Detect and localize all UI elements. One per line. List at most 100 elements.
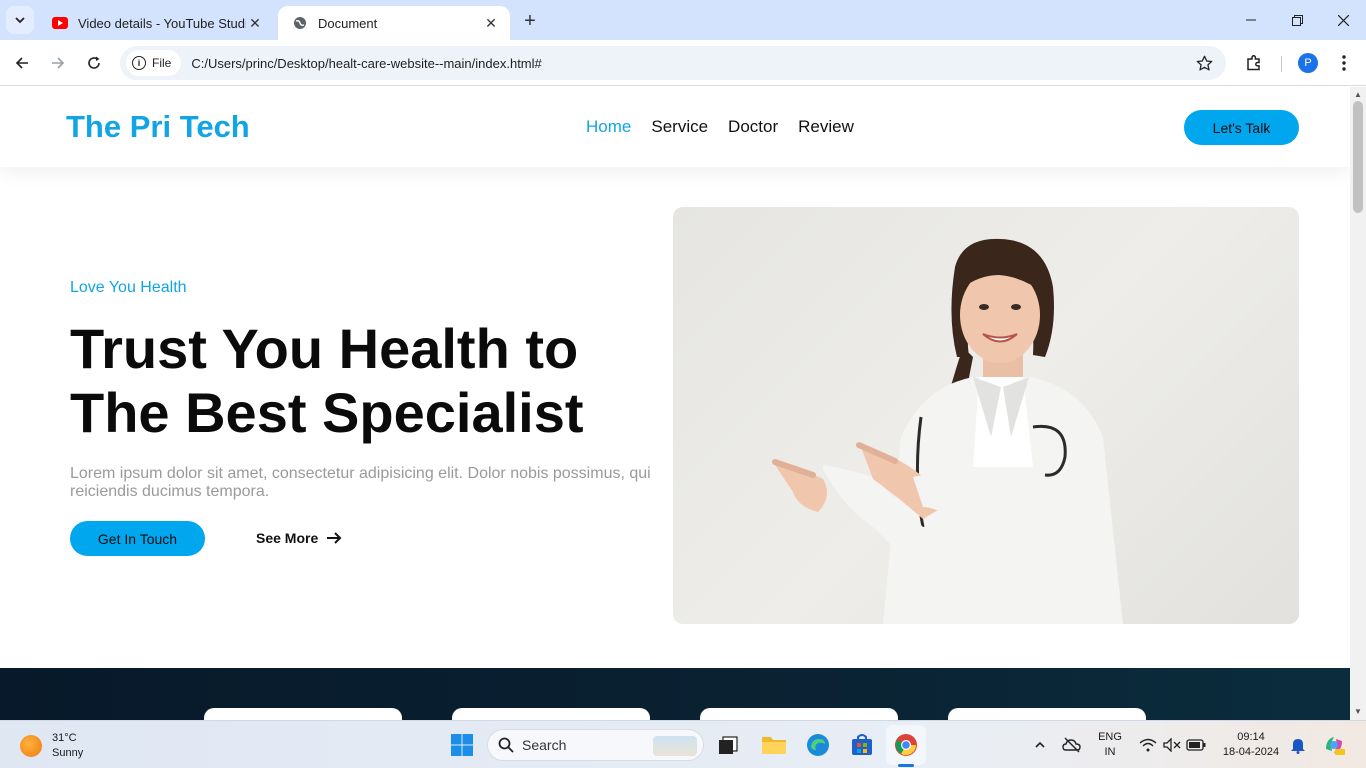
- service-card[interactable]: [700, 708, 898, 720]
- site-logo[interactable]: The Pri Tech: [66, 109, 250, 145]
- tab-title: Video details - YouTube Studio: [78, 15, 246, 31]
- tab-document[interactable]: Document ✕: [278, 6, 510, 40]
- puzzle-icon: [1247, 55, 1260, 71]
- profile-button[interactable]: P: [1294, 49, 1322, 77]
- file-explorer-button[interactable]: [760, 731, 788, 759]
- get-in-touch-button[interactable]: Get In Touch: [70, 521, 205, 556]
- wifi-icon: [1139, 738, 1157, 752]
- clock[interactable]: 09:14 18-04-2024: [1214, 730, 1288, 760]
- language-code: ENG: [1098, 731, 1122, 743]
- toolbar-divider: [1281, 56, 1282, 72]
- weather-condition: Sunny: [52, 747, 84, 759]
- windows-icon: [451, 734, 473, 756]
- site-info-chip[interactable]: i File: [126, 50, 182, 76]
- weather-temp: 31°C: [52, 732, 77, 744]
- scroll-down-icon[interactable]: ▼: [1353, 707, 1363, 717]
- battery-icon: [1186, 739, 1206, 751]
- main-nav: Home Service Doctor Review: [586, 117, 854, 137]
- close-window-button[interactable]: [1320, 0, 1366, 40]
- search-label: Search: [522, 737, 567, 753]
- info-icon: i: [132, 56, 146, 70]
- doctor-photo: [673, 207, 1299, 624]
- close-tab-icon[interactable]: ✕: [246, 14, 264, 32]
- store-button[interactable]: [848, 731, 876, 759]
- restore-button[interactable]: [1274, 0, 1320, 40]
- notifications-button[interactable]: [1284, 731, 1312, 759]
- edge-button[interactable]: [804, 731, 832, 759]
- taskbar-search[interactable]: Search: [487, 729, 704, 761]
- copilot-icon: [1326, 737, 1345, 755]
- minimize-icon: [1246, 19, 1256, 21]
- restore-icon: [1291, 14, 1303, 26]
- battery-button[interactable]: [1182, 731, 1210, 759]
- nav-service[interactable]: Service: [651, 117, 708, 137]
- browser-menu-button[interactable]: [1330, 49, 1358, 77]
- lets-talk-button[interactable]: Let's Talk: [1184, 110, 1299, 145]
- chrome-button[interactable]: [892, 731, 920, 759]
- nav-doctor[interactable]: Doctor: [728, 117, 778, 137]
- service-card[interactable]: [204, 708, 402, 720]
- address-bar[interactable]: i File C:/Users/princ/Desktop/healt-care…: [120, 46, 1226, 80]
- see-more-label: See More: [256, 530, 319, 546]
- close-tab-icon[interactable]: ✕: [482, 14, 500, 32]
- arrow-right-icon: [52, 57, 65, 69]
- search-icon: [498, 737, 514, 753]
- scrollbar-thumb[interactable]: [1353, 101, 1363, 213]
- show-hidden-icons-button[interactable]: [1026, 731, 1054, 759]
- nav-review[interactable]: Review: [798, 117, 854, 137]
- back-button[interactable]: [8, 49, 36, 77]
- kebab-menu-icon: [1342, 55, 1346, 71]
- weather-widget[interactable]: 31°C Sunny: [20, 731, 83, 761]
- url-text[interactable]: C:/Users/princ/Desktop/healt-care-websit…: [191, 56, 541, 71]
- reload-button[interactable]: [80, 49, 108, 77]
- chip-label: File: [152, 56, 172, 70]
- chevron-down-icon: [15, 17, 25, 24]
- task-view-button[interactable]: [714, 731, 742, 759]
- see-more-link[interactable]: See More: [256, 530, 342, 546]
- bookmark-star-icon[interactable]: [1194, 53, 1214, 73]
- forward-button[interactable]: [44, 49, 72, 77]
- language-indicator[interactable]: ENG IN: [1092, 730, 1128, 760]
- page-scrollbar[interactable]: ▲ ▼: [1350, 87, 1366, 720]
- clock-time: 09:14: [1237, 731, 1265, 743]
- active-app-indicator: [898, 764, 914, 767]
- scroll-up-icon[interactable]: ▲: [1353, 90, 1363, 100]
- store-icon: [852, 734, 872, 755]
- bell-icon: [1291, 739, 1305, 754]
- taskbar: 31°C Sunny Search ENG IN 09:14 18-04-202…: [0, 720, 1366, 768]
- extensions-button[interactable]: [1240, 49, 1268, 77]
- region-code: IN: [1104, 746, 1116, 758]
- start-button[interactable]: [448, 731, 476, 759]
- reload-icon: [88, 56, 100, 69]
- new-tab-button[interactable]: +: [518, 9, 542, 33]
- site-header: The Pri Tech Home Service Doctor Review …: [0, 87, 1350, 167]
- minimize-button[interactable]: [1228, 0, 1274, 40]
- hero-eyebrow: Love You Health: [70, 279, 187, 296]
- tab-youtube-studio[interactable]: Video details - YouTube Studio ✕: [38, 6, 274, 40]
- chrome-icon: [895, 734, 917, 756]
- search-highlight-image: [653, 736, 697, 756]
- nav-home[interactable]: Home: [586, 117, 631, 137]
- services-band: [0, 668, 1350, 720]
- chevron-up-icon: [1035, 741, 1045, 748]
- clock-date: 18-04-2024: [1222, 746, 1280, 758]
- copilot-button[interactable]: [1320, 731, 1348, 759]
- avatar: P: [1298, 53, 1318, 73]
- tab-search-button[interactable]: [6, 6, 34, 34]
- task-view-icon: [719, 736, 738, 754]
- folder-icon: [762, 737, 786, 754]
- arrow-left-icon: [15, 57, 28, 69]
- arrow-right-icon: [326, 531, 342, 545]
- youtube-icon: [52, 15, 68, 31]
- globe-icon: [292, 15, 308, 31]
- sun-icon: [20, 735, 42, 757]
- edge-icon: [807, 734, 829, 756]
- tab-strip: Video details - YouTube Studio ✕ Documen…: [0, 0, 1366, 40]
- close-icon: [1337, 14, 1349, 26]
- cloud-off-icon: [1062, 737, 1081, 753]
- volume-muted-icon: [1163, 738, 1181, 752]
- service-card[interactable]: [452, 708, 650, 720]
- onedrive-button[interactable]: [1058, 731, 1086, 759]
- tab-title: Document: [318, 15, 378, 31]
- service-card[interactable]: [948, 708, 1146, 720]
